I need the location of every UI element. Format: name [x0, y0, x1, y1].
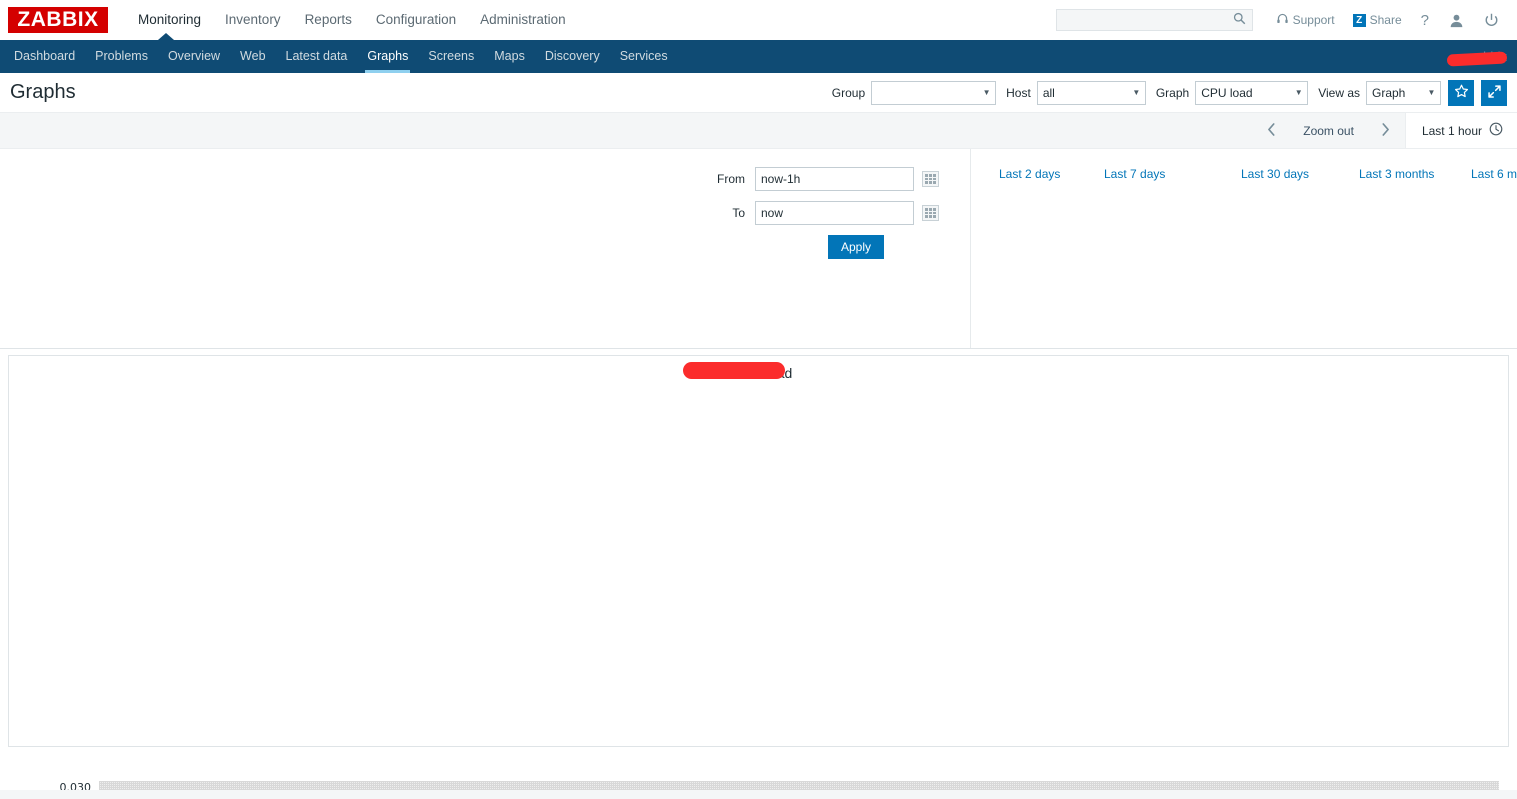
time-range-label: Last 1 hour	[1421, 123, 1482, 138]
expand-icon	[1487, 84, 1502, 102]
share-label: Share	[1369, 13, 1402, 27]
support-link[interactable]: Support	[1267, 12, 1344, 28]
main-nav-reports[interactable]: Reports	[293, 0, 364, 40]
star-icon	[1454, 84, 1469, 102]
main-navigation: Monitoring Inventory Reports Configurati…	[126, 0, 578, 40]
zshare-icon: Z	[1352, 13, 1366, 27]
subnav-server-label: bbix	[1446, 49, 1517, 67]
graph-value: CPU load	[1201, 85, 1253, 100]
quick-range-last-7-days[interactable]: Last 7 days	[1104, 167, 1165, 181]
footer-strip	[0, 790, 1517, 799]
main-nav-administration[interactable]: Administration	[468, 0, 578, 40]
redaction-mark-hostname	[683, 362, 785, 379]
time-next-button[interactable]	[1366, 113, 1405, 148]
chevron-left-icon	[1266, 122, 1277, 140]
page-header: Graphs Group ▼ Host all ▼ Graph CPU load…	[0, 73, 1517, 113]
subnav-item-maps[interactable]: Maps	[484, 40, 535, 73]
search-input[interactable]	[1062, 12, 1233, 28]
quick-range-last-3-months[interactable]: Last 3 months	[1359, 167, 1434, 181]
chevron-down-icon: ▼	[1427, 88, 1436, 97]
user-icon[interactable]	[1439, 13, 1474, 28]
host-label: Host	[1006, 85, 1031, 100]
main-nav-configuration[interactable]: Configuration	[364, 0, 468, 40]
chevron-down-icon: ▼	[982, 88, 991, 97]
host-value: all	[1042, 85, 1055, 100]
subnav-item-web[interactable]: Web	[230, 40, 275, 73]
graph-title: : CPU load	[9, 356, 1508, 381]
from-row: From	[700, 167, 970, 191]
nav-active-arrow	[158, 33, 174, 40]
time-filter-panel: From To Apply Last 2 days Last 7 days La…	[0, 149, 1517, 349]
time-prev-button[interactable]	[1252, 113, 1291, 148]
favorite-button[interactable]	[1448, 79, 1474, 106]
header-actions: Support Z Share ?	[1055, 9, 1509, 31]
zoom-out-button[interactable]: Zoom out	[1291, 113, 1366, 148]
subnav-item-latest-data[interactable]: Latest data	[276, 40, 358, 73]
redaction-mark-nav	[1446, 51, 1508, 67]
share-link[interactable]: Z Share	[1344, 13, 1411, 27]
subnav-item-screens[interactable]: Screens	[418, 40, 484, 73]
headset-icon	[1276, 12, 1289, 28]
from-input[interactable]	[755, 167, 914, 191]
help-icon[interactable]: ?	[1411, 12, 1439, 29]
subnav-item-dashboard[interactable]: Dashboard	[4, 40, 85, 73]
apply-button[interactable]: Apply	[828, 235, 884, 259]
group-select[interactable]: ▼	[871, 80, 997, 105]
subnav-item-services[interactable]: Services	[610, 40, 678, 73]
quick-range-last-30-days[interactable]: Last 30 days	[1241, 167, 1309, 181]
chevron-right-icon	[1380, 122, 1391, 140]
time-range-tab[interactable]: Last 1 hour	[1404, 113, 1517, 148]
subnav-item-discovery[interactable]: Discovery	[535, 40, 610, 73]
filter-controls: Group ▼ Host all ▼ Graph CPU load ▼ View…	[822, 79, 1507, 106]
subnav-item-overview[interactable]: Overview	[158, 40, 230, 73]
calendar-icon[interactable]	[922, 171, 939, 187]
to-label: To	[732, 206, 745, 220]
apply-row: Apply	[700, 235, 970, 259]
group-label: Group	[831, 85, 866, 100]
view-as-label: View as	[1318, 85, 1360, 100]
view-as-select[interactable]: Graph ▼	[1366, 80, 1441, 105]
calendar-icon[interactable]	[922, 205, 939, 221]
subnav-item-problems[interactable]: Problems	[85, 40, 158, 73]
graph-container: : CPU load 0.0300.0250.0200.0150.0100.00…	[8, 355, 1509, 799]
quick-range-last-2-days[interactable]: Last 2 days	[999, 167, 1060, 181]
clock-icon	[1489, 122, 1503, 139]
global-search[interactable]	[1055, 9, 1253, 31]
time-navigation: Zoom out Last 1 hour	[0, 113, 1517, 149]
sub-navigation: Dashboard Problems Overview Web Latest d…	[0, 33, 1517, 73]
kiosk-mode-button[interactable]	[1481, 79, 1507, 106]
to-row: To	[700, 201, 970, 225]
quick-range-last-6-months[interactable]: Last 6 months	[1471, 167, 1517, 181]
page-title: Graphs	[10, 81, 76, 103]
host-select[interactable]: all ▼	[1036, 80, 1146, 105]
search-icon	[1233, 12, 1246, 28]
quick-range-grid: Last 2 days Last 7 days Last 30 days Las…	[971, 149, 1517, 348]
time-filter-form: From To Apply	[700, 167, 970, 259]
zabbix-logo[interactable]: ZABBIX	[8, 7, 108, 33]
support-label: Support	[1292, 13, 1335, 27]
top-header: ZABBIX Monitoring Inventory Reports Conf…	[0, 0, 1517, 40]
graph-canvas	[9, 356, 1517, 748]
chevron-down-icon: ▼	[1294, 88, 1303, 97]
power-icon[interactable]	[1474, 13, 1509, 28]
view-as-value: Graph	[1372, 85, 1406, 100]
to-input[interactable]	[755, 201, 914, 225]
from-label: From	[717, 172, 745, 186]
time-filter-form-area: From To Apply	[0, 149, 971, 348]
subnav-item-graphs[interactable]: Graphs	[357, 40, 418, 73]
graph-select[interactable]: CPU load ▼	[1195, 80, 1309, 105]
chevron-down-icon: ▼	[1132, 88, 1141, 97]
graph-label: Graph	[1155, 85, 1190, 100]
main-nav-inventory[interactable]: Inventory	[213, 0, 293, 40]
